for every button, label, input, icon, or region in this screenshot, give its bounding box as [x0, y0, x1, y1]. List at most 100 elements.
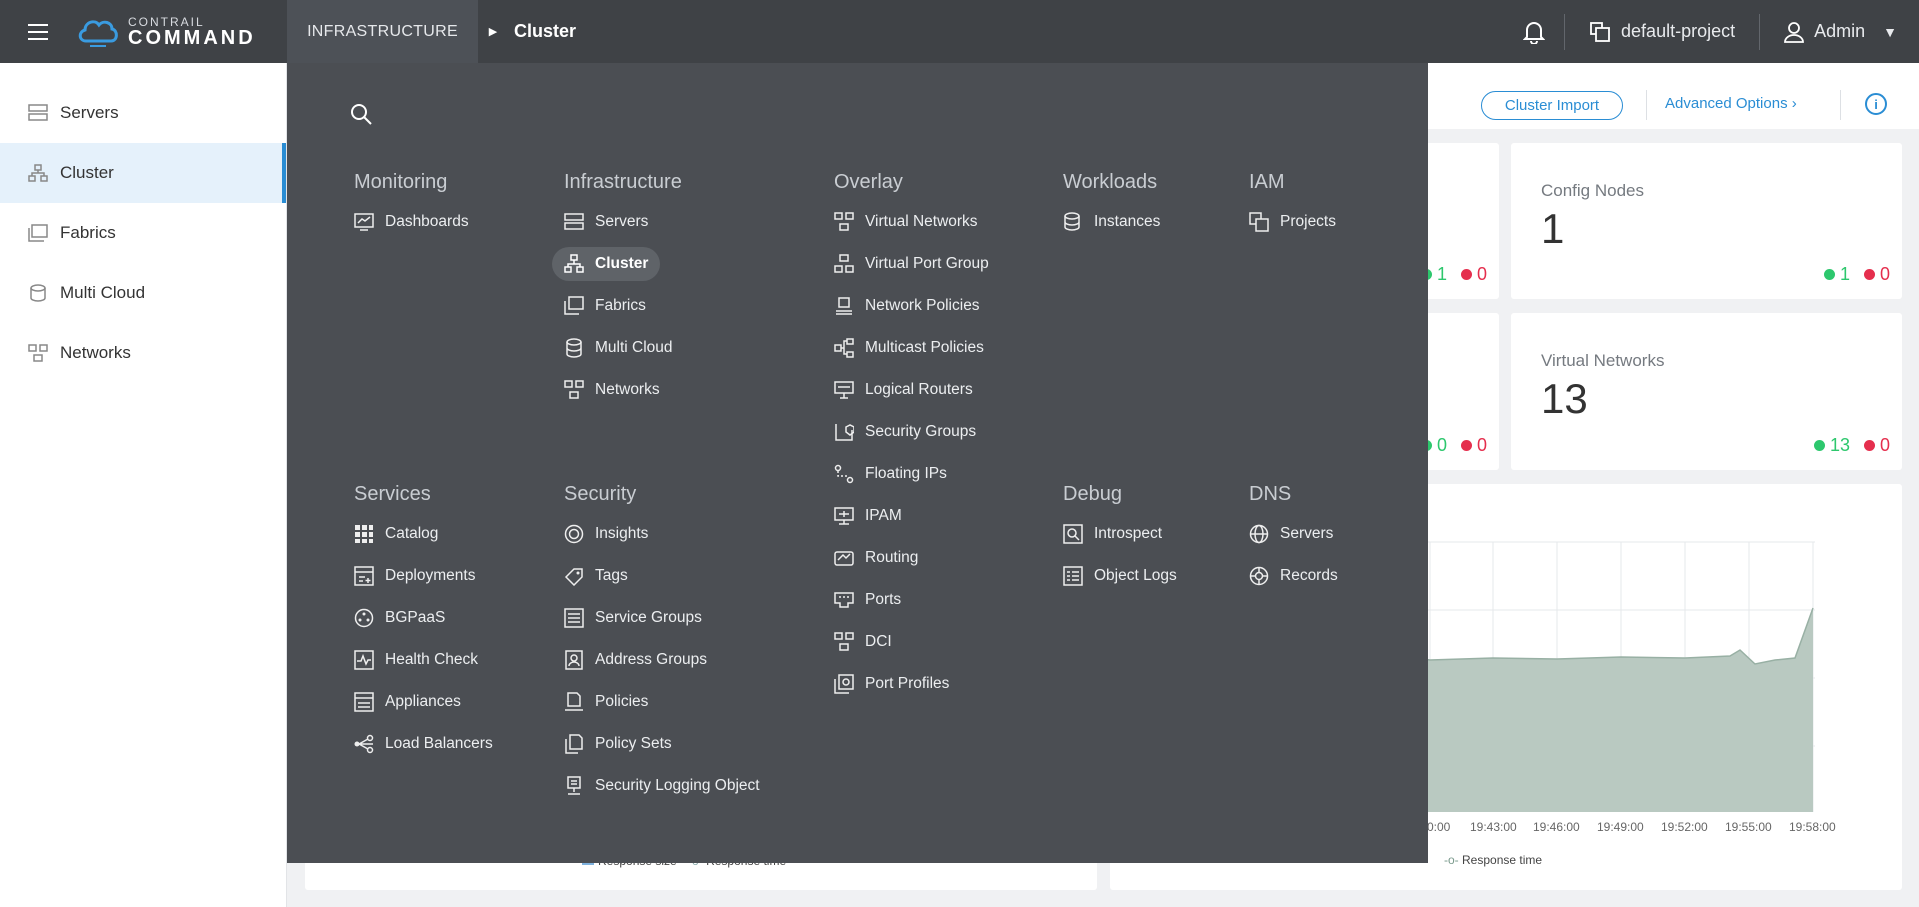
advanced-options-link[interactable]: Advanced Options ›	[1665, 95, 1797, 112]
legend-line-icon: -o-	[1444, 853, 1459, 867]
menu-item-network-policies[interactable]: Network Policies	[834, 285, 989, 327]
sidebar: Servers Cluster Fabrics Multi Cloud Netw…	[0, 63, 287, 907]
error-dot-icon	[1460, 440, 1472, 451]
cluster-import-button[interactable]: Cluster Import	[1481, 91, 1623, 120]
hamburger-menu-button[interactable]	[0, 0, 76, 63]
network-policy-icon	[836, 297, 852, 315]
menu-item-security-logging-object[interactable]: Security Logging Object	[564, 765, 760, 807]
menu-item-projects[interactable]: Projects	[1249, 201, 1336, 243]
divider	[1646, 90, 1647, 120]
sidebar-item-cluster[interactable]: Cluster	[0, 143, 286, 203]
introspect-icon	[1063, 524, 1083, 544]
load-balancer-icon	[354, 734, 374, 754]
menu-group-heading: Monitoring	[354, 171, 448, 193]
menu-item-instances[interactable]: Instances	[1063, 201, 1160, 243]
menu-item-policies[interactable]: Policies	[564, 681, 760, 723]
menu-item-service-groups[interactable]: Service Groups	[564, 597, 760, 639]
menu-item-dns-servers[interactable]: Servers	[1249, 513, 1338, 555]
menu-item-security-groups[interactable]: Security Groups	[834, 411, 989, 453]
menu-item-ports[interactable]: Ports	[834, 579, 989, 621]
menu-group-debug: Debug Introspect Object Logs	[1063, 479, 1177, 597]
menu-group-heading: Services	[354, 483, 431, 505]
ok-count: 13	[1829, 435, 1850, 455]
menu-item-dashboards[interactable]: Dashboards	[354, 201, 469, 243]
sidebar-item-fabrics[interactable]: Fabrics	[0, 203, 286, 263]
insights-icon	[564, 524, 584, 544]
menu-item-virtual-networks[interactable]: Virtual Networks	[834, 201, 989, 243]
logo[interactable]: CONTRAIL COMMAND	[76, 0, 287, 63]
user-name: Admin	[1814, 21, 1866, 41]
card-value: 1	[1541, 205, 1565, 252]
menu-group-workloads: Workloads Instances	[1063, 167, 1160, 243]
x-tick-label: 19:49:00	[1597, 820, 1644, 834]
menu-item-address-groups[interactable]: Address Groups	[564, 639, 760, 681]
menu-item-health-check[interactable]: Health Check	[354, 639, 493, 681]
menu-item-cluster[interactable]: Cluster	[552, 247, 661, 281]
menu-item-ipam[interactable]: IPAM	[834, 495, 989, 537]
menu-item-tags[interactable]: Tags	[564, 555, 760, 597]
routing-icon	[834, 551, 854, 566]
menu-item-multicast-policies[interactable]: Multicast Policies	[834, 327, 989, 369]
user-menu[interactable]: Admin ▼	[1760, 21, 1919, 43]
network-icon	[28, 344, 48, 362]
sidebar-item-networks[interactable]: Networks	[0, 323, 286, 383]
menu-item-networks[interactable]: Networks	[564, 369, 682, 411]
menu-item-introspect[interactable]: Introspect	[1063, 513, 1177, 555]
info-icon[interactable]: i	[1865, 93, 1887, 115]
menu-group-dns: DNS Servers Records	[1249, 479, 1338, 597]
menu-group-infrastructure: Infrastructure Servers Cluster Fabrics M…	[552, 167, 682, 411]
menu-item-dns-records[interactable]: Records	[1249, 555, 1338, 597]
logging-icon	[567, 776, 581, 795]
x-tick-label: 0:00	[1427, 820, 1451, 834]
object-log-icon	[1063, 566, 1083, 586]
menu-item-load-balancers[interactable]: Load Balancers	[354, 723, 493, 765]
port-profile-icon	[834, 674, 854, 694]
policy-icon	[565, 692, 583, 711]
multicloud-icon	[30, 284, 46, 302]
menu-item-object-logs[interactable]: Object Logs	[1063, 555, 1177, 597]
menu-item-floating-ips[interactable]: Floating IPs	[834, 453, 989, 495]
menu-item-fabrics[interactable]: Fabrics	[564, 285, 682, 327]
sidebar-item-multi-cloud[interactable]: Multi Cloud	[0, 263, 286, 323]
sidebar-item-servers[interactable]: Servers	[0, 83, 286, 143]
deployment-icon	[354, 566, 374, 586]
menu-item-virtual-port-group[interactable]: Virtual Port Group	[834, 243, 989, 285]
menu-item-servers[interactable]: Servers	[564, 201, 682, 243]
menu-item-bgpaas[interactable]: BGPaaS	[354, 597, 493, 639]
address-group-icon	[565, 650, 583, 670]
menu-item-routing[interactable]: Routing	[834, 537, 989, 579]
globe-icon	[1249, 524, 1269, 544]
virtual-networks-card[interactable]: Virtual Networks 13 13 0	[1511, 313, 1902, 470]
navigation-mega-menu: Monitoring Dashboards Infrastructure Ser…	[287, 63, 1428, 863]
menu-item-insights[interactable]: Insights	[564, 513, 760, 555]
notifications-button[interactable]	[1504, 20, 1564, 44]
card-title: Virtual Networks	[1541, 351, 1665, 370]
menu-group-heading: Overlay	[834, 171, 903, 193]
divider	[1840, 90, 1841, 120]
content-header	[1400, 63, 1919, 129]
dci-icon	[834, 632, 854, 651]
menu-item-catalog[interactable]: Catalog	[354, 513, 493, 555]
menu-item-port-profiles[interactable]: Port Profiles	[834, 663, 989, 705]
config-nodes-card[interactable]: Config Nodes 1 1 0	[1511, 143, 1902, 299]
menu-item-deployments[interactable]: Deployments	[354, 555, 493, 597]
menu-item-multi-cloud[interactable]: Multi Cloud	[564, 327, 682, 369]
breadcrumb-section-menu[interactable]: INFRASTRUCTURE	[287, 0, 478, 63]
service-group-icon	[564, 608, 584, 628]
port-icon	[834, 592, 854, 608]
server-icon	[564, 213, 584, 230]
x-tick-label: 19:58:00	[1789, 820, 1836, 834]
menu-search-button[interactable]	[349, 102, 373, 131]
ok-count: 0	[1436, 435, 1447, 455]
tag-icon	[564, 568, 583, 586]
sidebar-item-label: Cluster	[60, 163, 114, 182]
menu-item-dci[interactable]: DCI	[834, 621, 989, 663]
menu-item-logical-routers[interactable]: Logical Routers	[834, 369, 989, 411]
menu-item-policy-sets[interactable]: Policy Sets	[564, 723, 760, 765]
globe-records-icon	[1249, 566, 1269, 586]
error-dot-icon	[1863, 440, 1875, 451]
policy-set-icon	[565, 734, 583, 754]
project-selector[interactable]: default-project	[1565, 21, 1759, 43]
menu-item-appliances[interactable]: Appliances	[354, 681, 493, 723]
x-tick-label: 19:55:00	[1725, 820, 1772, 834]
